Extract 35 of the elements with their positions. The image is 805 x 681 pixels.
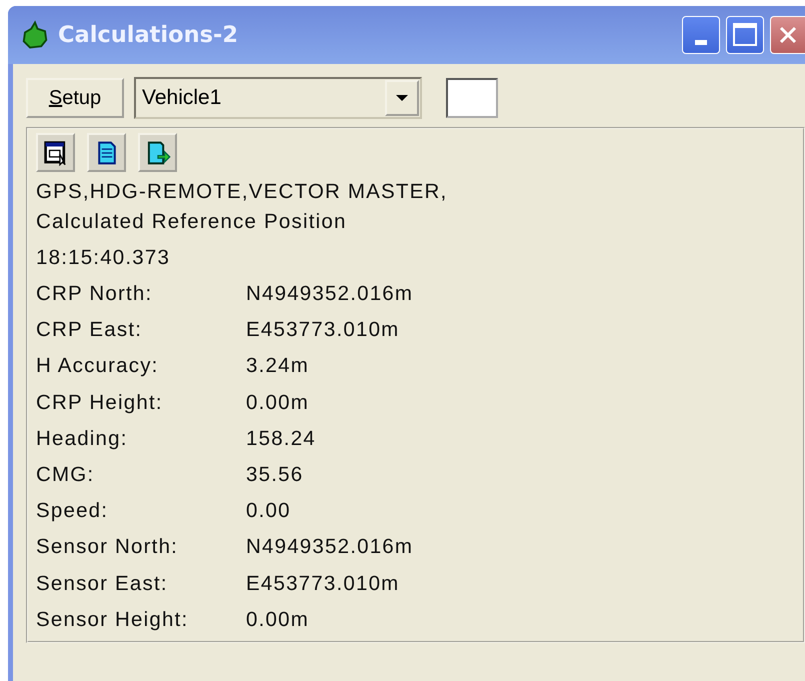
field-label: Heading:: [36, 426, 129, 451]
field-value: N4949352.016m: [246, 282, 414, 306]
field-label: CRP North:: [36, 282, 154, 306]
close-button[interactable]: [770, 16, 805, 54]
field-label: CRP Height:: [36, 390, 164, 415]
field-label: CRP East:: [36, 318, 144, 342]
window-icon[interactable]: [36, 133, 75, 172]
field-value: 158.24: [246, 426, 317, 451]
field-value: E453773.010m: [246, 318, 400, 342]
field-value: 35.56: [246, 463, 304, 488]
leaf-icon: [20, 20, 50, 50]
close-icon: [777, 24, 799, 46]
field-value: E453773.010m: [246, 572, 400, 596]
field-label: H Accuracy:: [36, 354, 160, 378]
field-value: 0.00m: [246, 608, 310, 632]
field-value: 3.24m: [246, 354, 310, 378]
field-value: N4949352.016m: [246, 535, 414, 560]
timestamp: 18:15:40.373: [36, 245, 172, 271]
input-field[interactable]: [446, 78, 498, 118]
field-label: Sensor Height:: [36, 608, 190, 632]
field-label: CMG:: [36, 463, 96, 488]
export-icon[interactable]: [138, 133, 177, 172]
window-title: Calculations-2: [58, 22, 239, 48]
header-text: Calculated Reference Position: [36, 209, 348, 235]
vehicle-dropdown[interactable]: Vehicle1: [134, 77, 422, 119]
setup-button[interactable]: Setup: [26, 78, 124, 118]
header-text: GPS,HDG-REMOTE,VECTOR MASTER,: [36, 179, 448, 205]
field-label: Sensor East:: [36, 572, 169, 596]
maximize-button[interactable]: [726, 16, 764, 54]
minimize-button[interactable]: [682, 16, 720, 54]
field-value: 0.00: [246, 499, 292, 524]
field-label: Speed:: [36, 499, 110, 524]
field-value: 0.00m: [246, 390, 310, 415]
document-icon[interactable]: [87, 133, 126, 172]
field-label: Sensor North:: [36, 535, 180, 560]
